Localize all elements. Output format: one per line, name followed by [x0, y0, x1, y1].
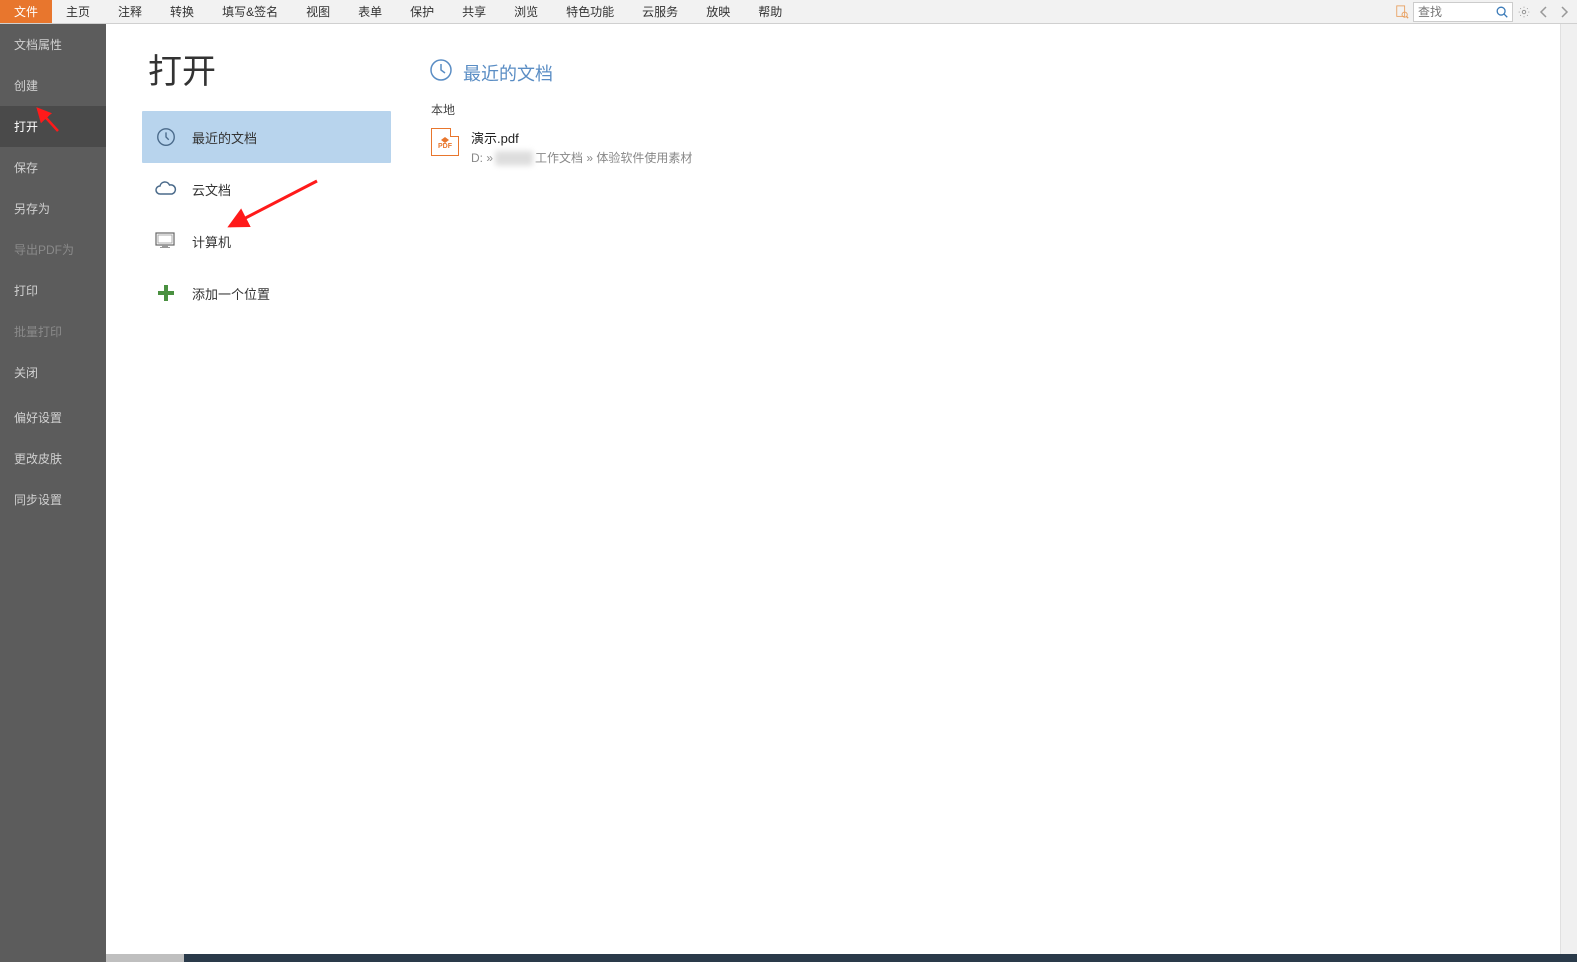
sidebar-item-save[interactable]: 保存	[0, 147, 106, 188]
computer-icon	[154, 229, 178, 253]
open-locations-panel: 打开 最近的文档 云文档 计算机 添加一个位置	[106, 24, 401, 962]
settings-gear-icon[interactable]	[1515, 3, 1533, 21]
location-recent[interactable]: 最近的文档	[142, 111, 391, 163]
plus-icon	[154, 281, 178, 305]
menu-fill-sign[interactable]: 填写&签名	[208, 0, 292, 23]
sidebar-item-properties[interactable]: 文档属性	[0, 24, 106, 65]
search-button[interactable]	[1492, 3, 1512, 21]
file-path: D: » ████ 工作文档 » 体验软件使用素材	[471, 149, 692, 166]
recent-header: 最近的文档	[429, 58, 1557, 87]
recent-header-title: 最近的文档	[463, 60, 553, 86]
location-cloud[interactable]: 云文档	[142, 163, 391, 215]
menu-browse[interactable]: 浏览	[500, 0, 552, 23]
search-input[interactable]	[1414, 5, 1492, 19]
clock-icon	[429, 58, 453, 87]
menu-home[interactable]: 主页	[52, 0, 104, 23]
location-label: 添加一个位置	[192, 284, 270, 303]
location-add[interactable]: 添加一个位置	[142, 267, 391, 319]
file-name: 演示.pdf	[471, 128, 692, 147]
file-sidebar: 文档属性 创建 打开 保存 另存为 导出PDF为 打印 批量打印 关闭 偏好设置…	[0, 24, 106, 962]
location-label: 最近的文档	[192, 128, 257, 147]
menu-convert[interactable]: 转换	[156, 0, 208, 23]
search-box	[1413, 2, 1513, 22]
location-computer[interactable]: 计算机	[142, 215, 391, 267]
pdf-file-icon: PDF	[431, 128, 459, 156]
sidebar-item-print[interactable]: 打印	[0, 270, 106, 311]
clock-icon	[154, 125, 178, 149]
menu-present[interactable]: 放映	[692, 0, 744, 23]
cloud-icon	[154, 177, 178, 201]
menubar-right	[1393, 0, 1573, 23]
menu-help[interactable]: 帮助	[744, 0, 796, 23]
sidebar-item-preferences[interactable]: 偏好设置	[0, 397, 106, 438]
find-doc-icon[interactable]	[1393, 3, 1411, 21]
menu-share[interactable]: 共享	[448, 0, 500, 23]
open-title: 打开	[148, 44, 391, 93]
section-local-label: 本地	[431, 101, 1557, 118]
sidebar-item-batch-print[interactable]: 批量打印	[0, 311, 106, 352]
sidebar-item-save-as[interactable]: 另存为	[0, 188, 106, 229]
recent-file-item[interactable]: PDF 演示.pdf D: » ████ 工作文档 » 体验软件使用素材	[429, 124, 1557, 170]
vertical-scrollbar[interactable]	[1560, 24, 1577, 954]
sidebar-item-create[interactable]: 创建	[0, 65, 106, 106]
sidebar-item-sync[interactable]: 同步设置	[0, 479, 106, 520]
sidebar-item-open[interactable]: 打开	[0, 106, 106, 147]
sidebar-item-export[interactable]: 导出PDF为	[0, 229, 106, 270]
menu-bar: 文件 主页 注释 转换 填写&签名 视图 表单 保护 共享 浏览 特色功能 云服…	[0, 0, 1577, 24]
menu-protect[interactable]: 保护	[396, 0, 448, 23]
sidebar-item-skin[interactable]: 更改皮肤	[0, 438, 106, 479]
menu-cloud[interactable]: 云服务	[628, 0, 692, 23]
recent-panel: 最近的文档 本地 PDF 演示.pdf D: » ████ 工作文档 » 体验软…	[401, 24, 1577, 962]
menu-file[interactable]: 文件	[0, 0, 52, 23]
menu-form[interactable]: 表单	[344, 0, 396, 23]
status-bar	[106, 954, 1577, 962]
location-label: 云文档	[192, 180, 231, 199]
menu-view[interactable]: 视图	[292, 0, 344, 23]
location-label: 计算机	[192, 232, 231, 251]
menu-annotate[interactable]: 注释	[104, 0, 156, 23]
nav-back-icon[interactable]	[1535, 3, 1553, 21]
sidebar-item-close[interactable]: 关闭	[0, 352, 106, 393]
menu-features[interactable]: 特色功能	[552, 0, 628, 23]
nav-forward-icon[interactable]	[1555, 3, 1573, 21]
